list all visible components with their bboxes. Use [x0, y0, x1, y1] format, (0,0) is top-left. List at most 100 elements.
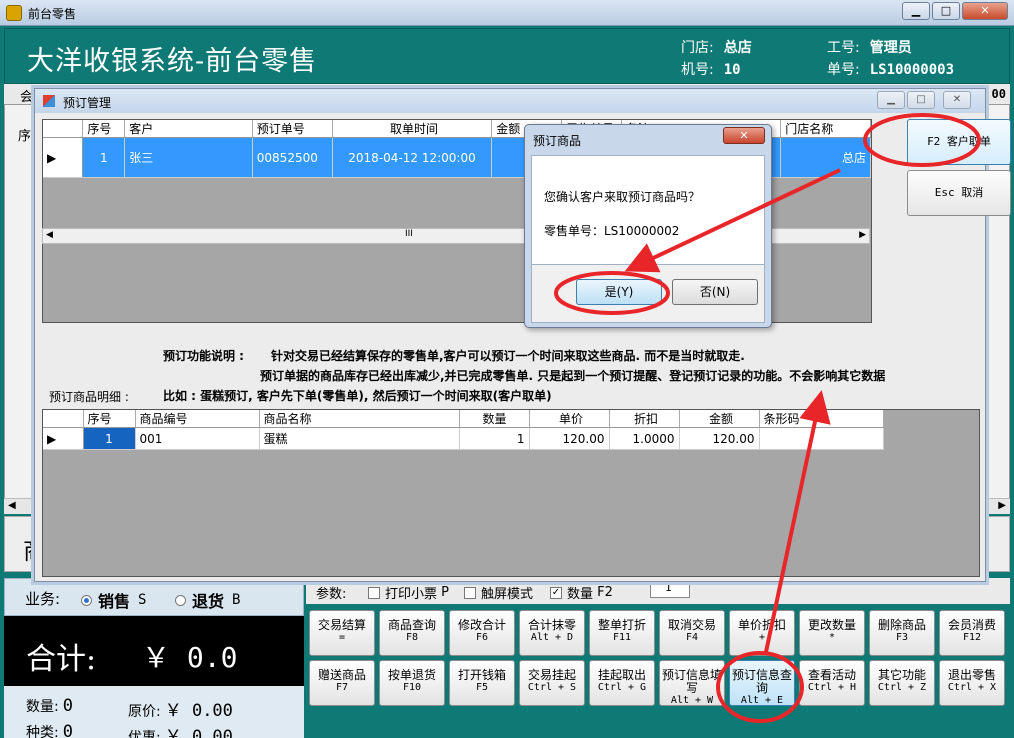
function-button-key: Alt + E [740, 695, 784, 706]
other-functions-button[interactable]: 其它功能 Ctrl + Z [869, 660, 935, 706]
seq-header-fragment: 序 [18, 129, 32, 144]
no-button[interactable]: 否(N) [672, 279, 758, 305]
row-pointer-icon: ▶ [43, 137, 84, 178]
function-button-key: F12 [962, 632, 982, 643]
main-window-title: 前台零售 [28, 7, 77, 21]
cancel-button[interactable]: Esc 取消 [907, 170, 1011, 216]
dialog-title: 预订商品 [533, 134, 582, 148]
machine-value: 10 [723, 62, 741, 78]
function-button-key: F6 [475, 632, 489, 643]
function-button-key: Ctrl + H [807, 682, 857, 693]
desc-line-3: 比如 : 蛋糕预订, 客户先下单(零售单), 然后预订一个时间来取(客户取单) [163, 389, 552, 403]
detail-row[interactable]: ▶ 1 001 蛋糕 1 120.00 1.0000 120.00 [43, 427, 884, 450]
resv-maximize-button[interactable]: □ [907, 91, 935, 109]
reservation-query-button[interactable]: 预订信息查询 Alt + E [729, 660, 795, 706]
retrieve-held-button[interactable]: 挂起取出 Ctrl + G [589, 660, 655, 706]
function-button-label: 预订信息填写 [661, 668, 722, 695]
function-button-key: * [828, 632, 836, 643]
function-button-label: 更改数量 [807, 618, 856, 632]
function-button-key: F10 [402, 682, 422, 693]
function-button-label: 会员消费 [947, 618, 996, 632]
function-button-key: Ctrl + X [947, 682, 997, 693]
radio-selected-icon[interactable] [81, 594, 92, 606]
stats-panel: 数量: 0 原价: ￥ 0.00 种类: 0 优惠: ￥ 0.00 [4, 686, 304, 738]
function-button-key: F8 [405, 632, 419, 643]
reservation-fill-button[interactable]: 预订信息填写 Alt + W [659, 660, 725, 706]
function-button-key: F11 [612, 632, 632, 643]
scroll-left-icon[interactable]: ◀ [8, 500, 16, 511]
yes-button[interactable]: 是(Y) [576, 279, 662, 305]
reservation-title: 预订管理 [63, 96, 112, 110]
function-button-label: 整单打折 [597, 618, 646, 632]
discount-stat: 优惠: ￥ 0.00 [128, 727, 233, 738]
dialog-close-button[interactable]: ✕ [723, 127, 765, 144]
function-button-key: Alt + D [530, 632, 574, 643]
dialog-order-line: 零售单号：LS10000002 [544, 224, 680, 238]
quantity-input[interactable]: 1 [650, 580, 690, 598]
order-value: LS10000003 [869, 62, 955, 78]
discount-all-button[interactable]: 整单打折 F11 [589, 610, 655, 656]
total-label: 合计: [26, 642, 97, 677]
app-icon [6, 5, 22, 21]
scroll-right-icon: ▶ [859, 230, 866, 240]
member-consume-button[interactable]: 会员消费 F12 [939, 610, 1005, 656]
return-radio[interactable]: 退货 B [175, 588, 240, 612]
minimize-button[interactable]: ▁ [902, 2, 930, 20]
touch-mode-checkbox[interactable]: 触屏模式 [464, 583, 533, 602]
modify-total-button[interactable]: 修改合计 F6 [449, 610, 515, 656]
print-receipt-checkbox[interactable]: 打印小票 P [368, 583, 449, 602]
desc-line-2: 预订单据的商品库存已经出库减少,并已完成零售单. 只是起到一个预订提醒、登记预订… [260, 369, 886, 383]
kinds-stat: 种类: 0 [26, 722, 73, 738]
col-order-no: 预订单号 [252, 120, 333, 138]
total-value: ￥ 0.0 [142, 641, 238, 674]
resv-minimize-button[interactable]: ▁ [877, 91, 905, 109]
confirm-dialog: 预订商品 ✕ 您确认客户来取预订商品吗？ 零售单号：LS10000002 是(Y… [524, 124, 772, 328]
function-button-label: 按单退货 [387, 668, 436, 682]
cancel-trade-button[interactable]: 取消交易 F4 [659, 610, 725, 656]
product-query-button[interactable]: 商品查询 F8 [379, 610, 445, 656]
staff-info: 工号: 管理员 [827, 40, 912, 56]
function-button-key: + [758, 632, 766, 643]
settle-button[interactable]: 交易结算 = [309, 610, 375, 656]
reservation-window: 预订管理 ▁ □ ✕ 序号 客户 预订单号 取单时间 金额 零售单号 备注 门店… [34, 88, 1011, 582]
function-button-label: 交易挂起 [527, 668, 576, 682]
sale-radio[interactable]: 销售 S [81, 588, 146, 612]
window-app-icon [43, 95, 55, 107]
resv-close-button[interactable]: ✕ [943, 91, 971, 109]
maximize-button[interactable]: □ [932, 2, 960, 20]
customer-pickup-button[interactable]: F2 客户取单 [907, 119, 1011, 165]
function-button-key: Ctrl + G [597, 682, 647, 693]
order-info: 单号: LS10000003 [827, 62, 955, 78]
quantity-checkbox[interactable]: ✓ 数量 F2 [550, 583, 613, 602]
exit-retail-button[interactable]: 退出零售 Ctrl + X [939, 660, 1005, 706]
return-by-order-button[interactable]: 按单退货 F10 [379, 660, 445, 706]
function-button-label: 修改合计 [457, 618, 506, 632]
amount-fragment: 00 [991, 87, 1006, 101]
function-button-label: 删除商品 [877, 618, 926, 632]
dialog-footer: 是(Y) 否(N) [531, 265, 765, 323]
col-store: 门店名称 [780, 120, 871, 138]
function-button-label: 打开钱箱 [457, 668, 506, 682]
total-display: 合计: ￥ 0.0 [4, 616, 304, 686]
view-activity-button[interactable]: 查看活动 Ctrl + H [799, 660, 865, 706]
gift-item-button[interactable]: 赠送商品 F7 [309, 660, 375, 706]
scroll-right-icon[interactable]: ▶ [998, 500, 1006, 511]
detail-grid[interactable]: 序号 商品编号 商品名称 数量 单价 折扣 金额 条形码 ▶ 1 001 蛋糕 … [42, 409, 980, 577]
close-button[interactable]: ✕ [962, 2, 1008, 20]
function-button-label: 其它功能 [877, 668, 926, 682]
change-qty-button[interactable]: 更改数量 * [799, 610, 865, 656]
function-button-label: 合计抹零 [527, 618, 576, 632]
business-label: 业务: [25, 590, 61, 608]
unit-discount-button[interactable]: 单价折扣 + [729, 610, 795, 656]
function-button-label: 退出零售 [947, 668, 996, 682]
member-label-fragment: 会 [20, 90, 34, 105]
round-total-button[interactable]: 合计抹零 Alt + D [519, 610, 585, 656]
radio-unselected-icon[interactable] [175, 594, 186, 606]
open-drawer-button[interactable]: 打开钱箱 F5 [449, 660, 515, 706]
function-button-label: 查看活动 [807, 668, 856, 682]
hold-trade-button[interactable]: 交易挂起 Ctrl + S [519, 660, 585, 706]
function-button-label: 取消交易 [667, 618, 716, 632]
reservation-titlebar: 预订管理 ▁ □ ✕ [35, 89, 985, 113]
delete-item-button[interactable]: 删除商品 F3 [869, 610, 935, 656]
detail-grid-header: 序号 商品编号 商品名称 数量 单价 折扣 金额 条形码 [43, 410, 884, 428]
